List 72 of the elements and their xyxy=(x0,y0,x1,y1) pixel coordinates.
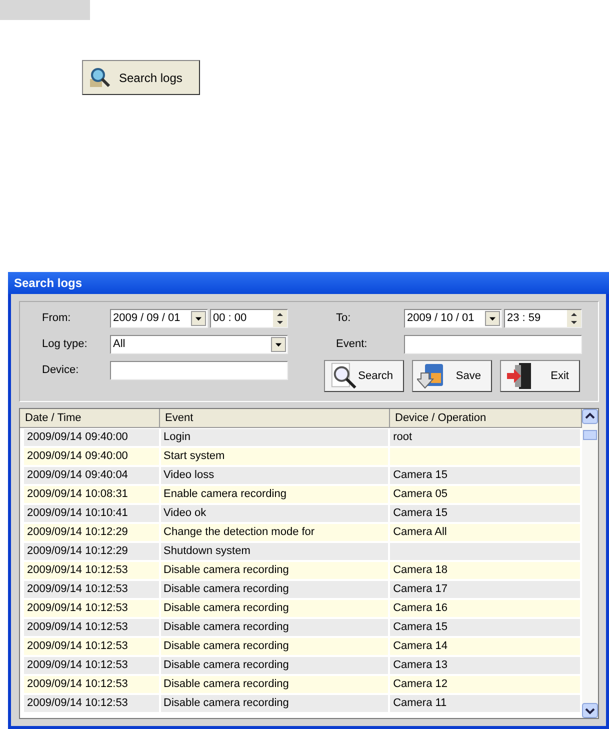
table-cell: Camera 17 xyxy=(390,581,580,598)
table-cell: Camera 15 xyxy=(390,467,580,484)
dropdown-caret-icon[interactable] xyxy=(271,336,286,352)
table-cell: 2009/09/14 10:12:29 xyxy=(24,524,159,541)
scroll-down-icon[interactable] xyxy=(582,703,598,718)
table-cell: Disable camera recording xyxy=(160,676,388,693)
table-cell: 2009/09/14 10:12:53 xyxy=(24,676,159,693)
table-cell: Disable camera recording xyxy=(160,638,388,655)
table-cell: 2009/09/14 09:40:04 xyxy=(24,467,159,484)
to-date-picker[interactable]: 2009 / 10 / 01 xyxy=(404,308,502,328)
table-cell: 2009/09/14 09:40:00 xyxy=(24,448,159,465)
to-label: To: xyxy=(336,312,352,324)
table-cell: Camera 15 xyxy=(390,619,580,636)
spinner-arrows-icon[interactable] xyxy=(567,310,581,326)
table-cell: Camera All xyxy=(390,524,580,541)
table-cell: Camera 11 xyxy=(390,695,580,712)
from-label: From: xyxy=(42,312,72,324)
magnifier-icon xyxy=(89,66,111,88)
table-cell: 2009/09/14 10:12:53 xyxy=(24,619,159,636)
table-cell: Disable camera recording xyxy=(160,581,388,598)
column-header[interactable]: Date / Time xyxy=(20,409,160,427)
table-cell: Camera 15 xyxy=(390,505,580,522)
table-cell: Camera 18 xyxy=(390,562,580,579)
from-date-picker[interactable]: 2009 / 09 / 01 xyxy=(110,308,208,328)
table-cell: Camera 05 xyxy=(390,486,580,503)
table-cell: Disable camera recording xyxy=(160,619,388,636)
table-cell: 2009/09/14 10:08:31 xyxy=(24,486,159,503)
table-cell: root xyxy=(390,429,580,446)
table-cell: 2009/09/14 10:12:53 xyxy=(24,638,159,655)
magnifier-icon xyxy=(329,361,358,391)
search-button[interactable]: Search xyxy=(324,360,404,392)
to-time-spinner[interactable]: 23 : 59 xyxy=(504,308,582,328)
table-cell: 2009/09/14 10:12:53 xyxy=(24,600,159,617)
table-cell: Video loss xyxy=(160,467,388,484)
table-cell: Camera 12 xyxy=(390,676,580,693)
table-cell: Camera 14 xyxy=(390,638,580,655)
from-time-spinner[interactable]: 00 : 00 xyxy=(210,308,288,328)
table-cell: Disable camera recording xyxy=(160,600,388,617)
search-logs-button[interactable]: Search logs xyxy=(82,60,200,95)
table-cell: Shutdown system xyxy=(160,543,388,560)
dropdown-caret-icon[interactable] xyxy=(191,310,206,326)
table-cell: Camera 13 xyxy=(390,657,580,674)
table-cell: Video ok xyxy=(160,505,388,522)
log-type-label: Log type: xyxy=(42,338,88,350)
device-field[interactable] xyxy=(110,360,288,380)
table-cell: Disable camera recording xyxy=(160,562,388,579)
column-header[interactable]: Event xyxy=(160,409,390,427)
event-field[interactable] xyxy=(404,334,582,354)
scroll-thumb[interactable] xyxy=(583,430,597,440)
table-cell: 2009/09/14 10:12:53 xyxy=(24,562,159,579)
dropdown-caret-icon[interactable] xyxy=(485,310,500,326)
exit-button[interactable]: Exit xyxy=(500,360,580,392)
event-label: Event: xyxy=(336,338,368,350)
table-cell: 2009/09/14 10:12:53 xyxy=(24,581,159,598)
window-title: Search logs xyxy=(8,272,609,294)
spinner-arrows-icon[interactable] xyxy=(273,310,287,326)
device-label: Device: xyxy=(42,364,80,376)
table-cell: 2009/09/14 10:12:53 xyxy=(24,695,159,712)
table-cell: Enable camera recording xyxy=(160,486,388,503)
table-cell: 2009/09/14 10:10:41 xyxy=(24,505,159,522)
table-cell: Login xyxy=(160,429,388,446)
scroll-up-icon[interactable] xyxy=(582,409,598,424)
table-cell: 2009/09/14 10:12:29 xyxy=(24,543,159,560)
table-cell: Camera 16 xyxy=(390,600,580,617)
table-cell: 2009/09/14 10:12:53 xyxy=(24,657,159,674)
save-button[interactable]: Save xyxy=(412,360,492,392)
table-cell: Disable camera recording xyxy=(160,695,388,712)
table-cell: Start system xyxy=(160,448,388,465)
log-type-dropdown[interactable]: All xyxy=(110,334,288,354)
table-cell: 2009/09/14 09:40:00 xyxy=(24,429,159,446)
table-cell: Disable camera recording xyxy=(160,657,388,674)
table-cell: Change the detection mode for xyxy=(160,524,388,541)
